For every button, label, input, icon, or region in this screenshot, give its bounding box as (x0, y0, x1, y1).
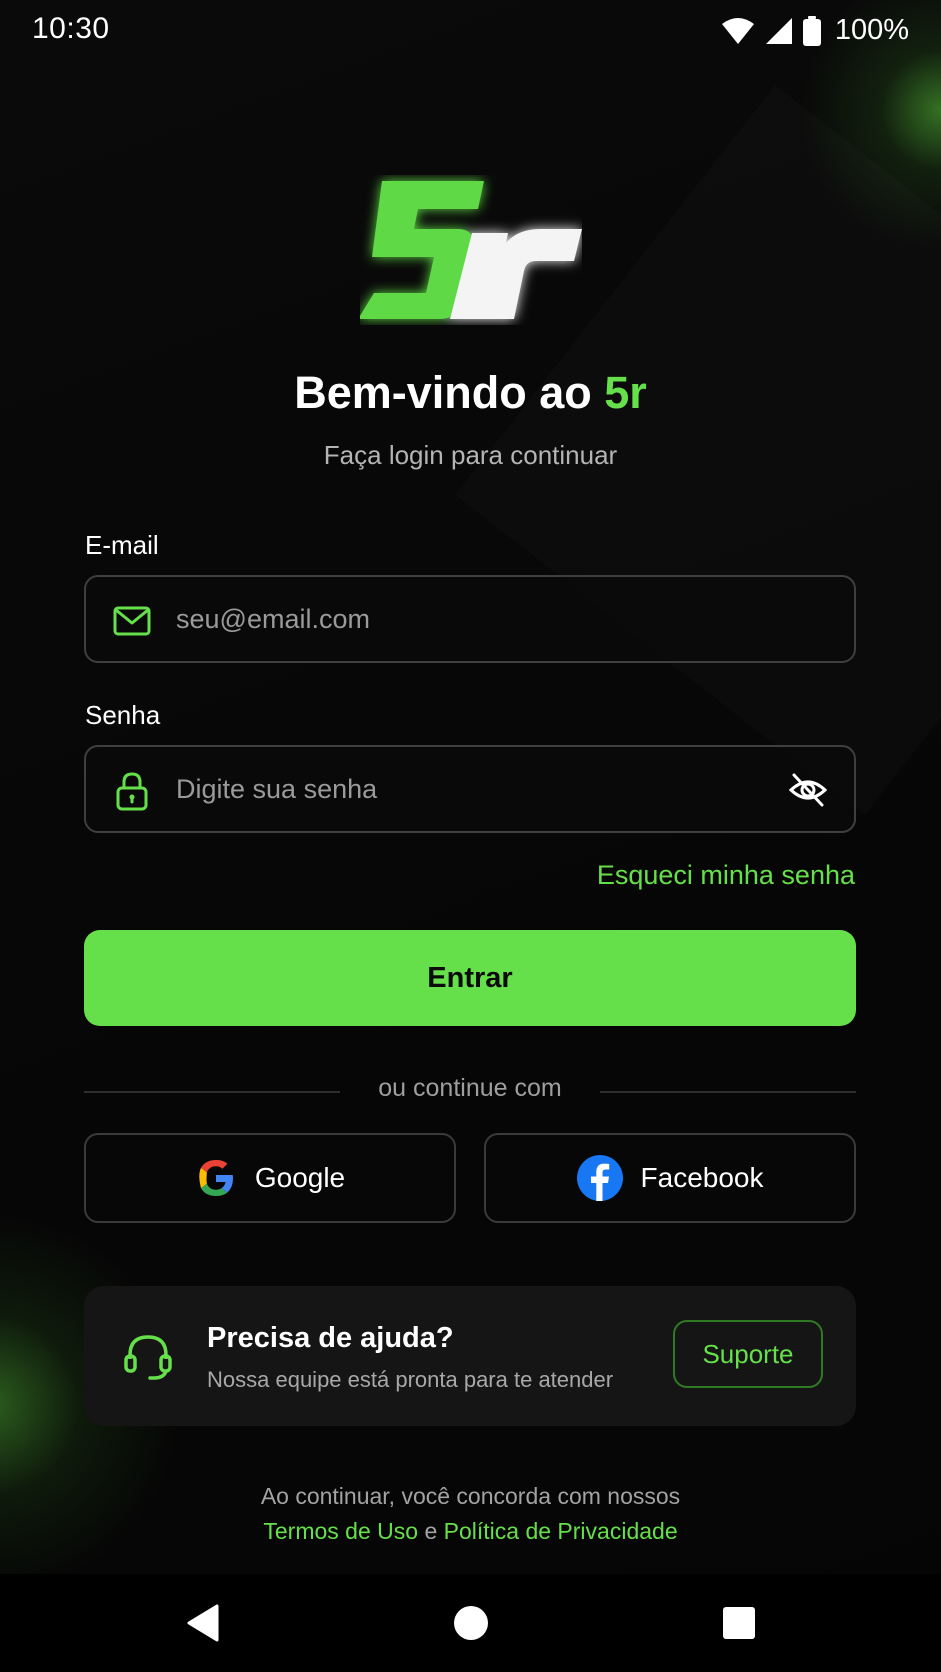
welcome-title: Bem-vindo ao 5r (0, 365, 941, 421)
privacy-policy-link[interactable]: Política de Privacidade (444, 1518, 678, 1544)
cellular-signal-icon (765, 17, 792, 44)
google-icon (199, 1159, 233, 1196)
terms-text: Ao continuar, você concorda com nossos (260, 1483, 681, 1509)
terms-conjunction: e (418, 1518, 444, 1544)
help-card: Precisa de ajuda? Nossa equipe está pron… (84, 1286, 856, 1426)
password-input[interactable] (176, 765, 736, 813)
help-text: Nossa equipe está pronta para te atender (207, 1367, 614, 1392)
lock-icon (116, 772, 148, 811)
mail-icon (113, 606, 151, 636)
social-divider: ou continue com (84, 1074, 856, 1108)
divider-line-right (600, 1091, 856, 1093)
support-button[interactable]: Suporte (673, 1320, 823, 1388)
google-label: Google (254, 1162, 346, 1193)
logo-mark (358, 181, 582, 319)
email-field[interactable] (84, 575, 856, 663)
help-title: Precisa de ajuda? (207, 1322, 454, 1354)
terms-links: Termos de Uso e Política de Privacidade (0, 1518, 941, 1545)
wifi-icon (721, 17, 754, 44)
status-icons: 100% (721, 14, 909, 47)
welcome-subtitle: Faça login para continuar (323, 440, 618, 470)
email-input[interactable] (176, 595, 736, 643)
headset-icon (124, 1335, 172, 1380)
status-bar: 10:30 100% (0, 0, 941, 60)
login-screen: 10:30 100% Bem-vindo ao 5r Faça login pa… (0, 0, 941, 1672)
brand-logo (358, 175, 582, 325)
facebook-login-button[interactable]: Facebook (484, 1133, 856, 1223)
password-field[interactable] (84, 745, 856, 833)
divider-text: ou continue com (378, 1074, 562, 1102)
welcome-title-prefix: Bem-vindo ao (294, 367, 605, 418)
email-label: E-mail (85, 530, 159, 560)
eye-off-icon[interactable] (788, 772, 828, 808)
facebook-icon (576, 1155, 623, 1201)
back-icon[interactable] (181, 1600, 227, 1646)
password-label: Senha (85, 700, 161, 730)
google-login-button[interactable]: Google (84, 1133, 456, 1223)
battery-icon (802, 15, 821, 46)
login-button[interactable]: Entrar (84, 930, 856, 1026)
battery-percentage: 100% (834, 14, 909, 46)
status-time: 10:30 (32, 12, 110, 45)
recents-icon[interactable] (716, 1600, 762, 1646)
facebook-label: Facebook (640, 1162, 764, 1193)
forgot-password-link[interactable]: Esqueci minha senha (597, 860, 855, 891)
home-icon[interactable] (448, 1600, 494, 1646)
system-nav-bar (0, 1574, 941, 1672)
terms-of-use-link[interactable]: Termos de Uso (263, 1518, 418, 1544)
welcome-title-brand: 5r (604, 367, 647, 418)
